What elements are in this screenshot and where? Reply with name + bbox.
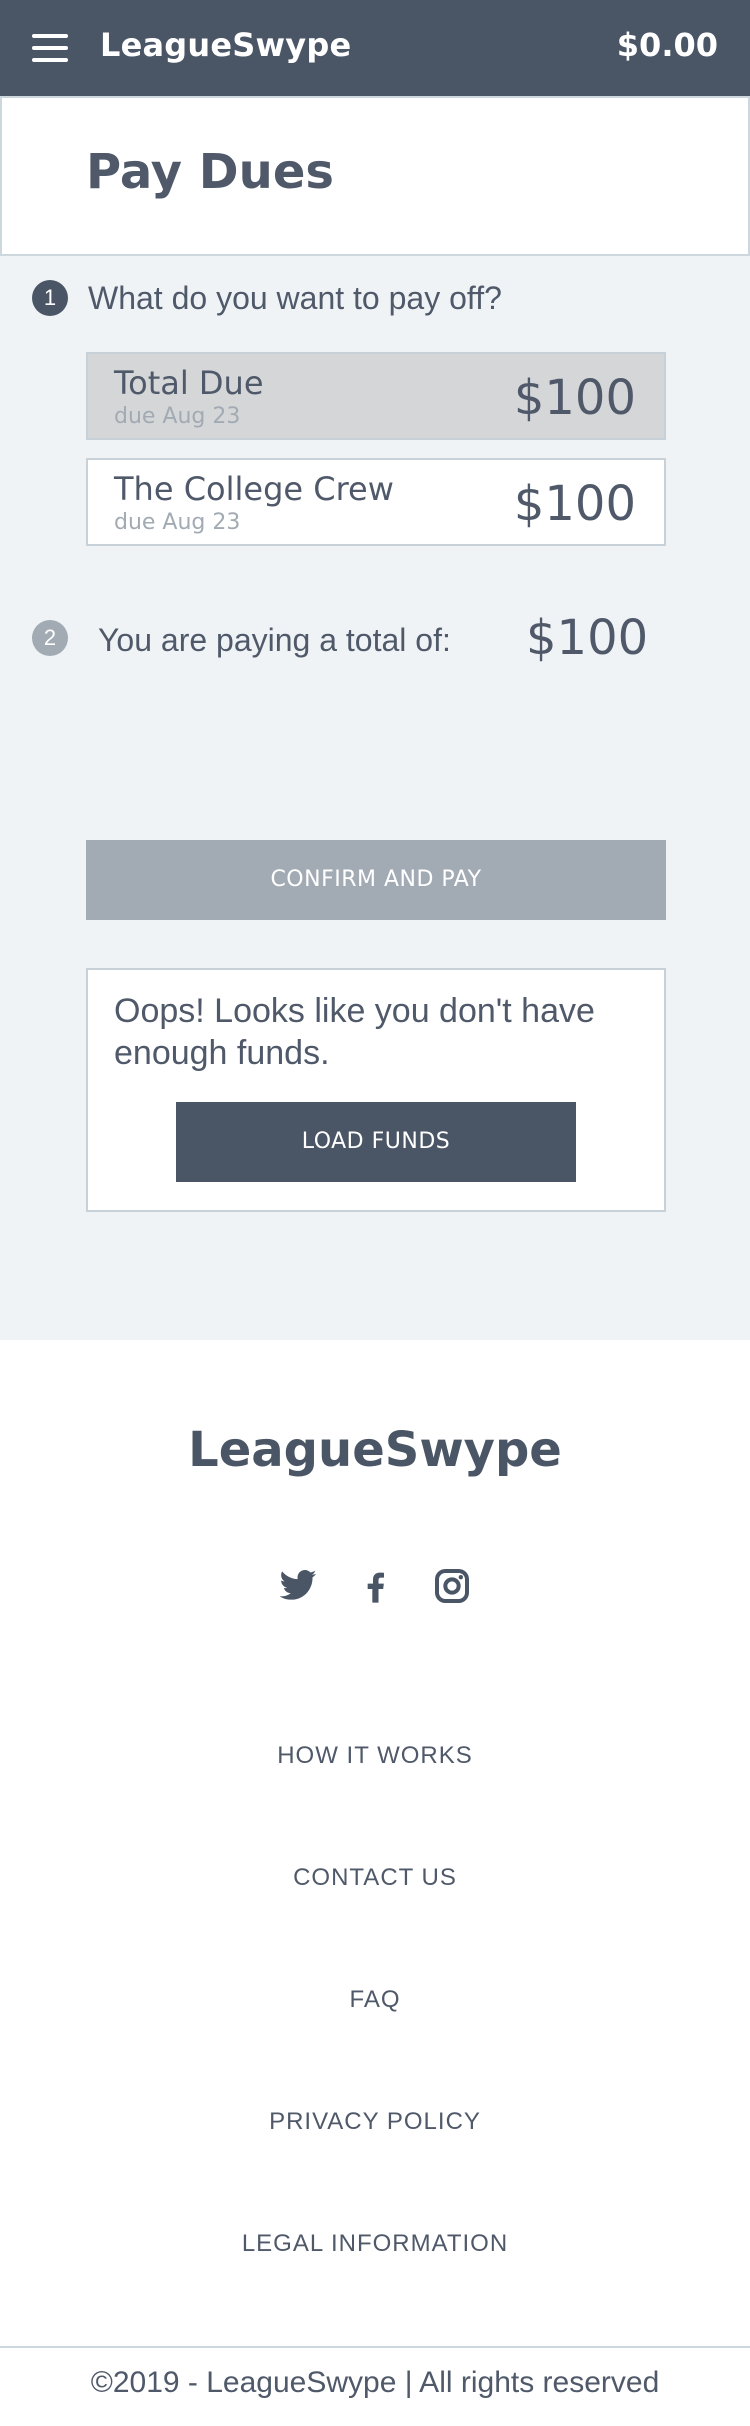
option-due-date: due Aug 23: [114, 510, 241, 535]
footer-brand[interactable]: LeagueSwype: [0, 1422, 750, 1478]
option-total-due[interactable]: Total Due due Aug 23 $100: [86, 352, 666, 440]
total-amount: $100: [526, 610, 649, 666]
instagram-icon[interactable]: [432, 1566, 472, 1606]
footer-divider: [0, 2346, 750, 2348]
step-2-label: You are paying a total of:: [98, 622, 451, 658]
option-title: Total Due: [114, 364, 264, 402]
page-title: Pay Dues: [86, 144, 334, 200]
copyright-text: ©2019 - LeagueSwype | All rights reserve…: [90, 2366, 660, 2399]
insufficient-funds-alert: Oops! Looks like you don't have enough f…: [86, 968, 666, 1212]
footer-link-how-it-works[interactable]: HOW IT WORKS: [0, 1742, 750, 1770]
option-title: The College Crew: [114, 470, 394, 508]
confirm-and-pay-button[interactable]: CONFIRM AND PAY: [86, 840, 666, 920]
option-team-dues[interactable]: The College Crew due Aug 23 $100: [86, 458, 666, 546]
wallet-balance: $0.00: [616, 26, 718, 64]
page-title-card: Pay Dues: [0, 96, 750, 256]
footer-link-contact-us[interactable]: CONTACT US: [0, 1864, 750, 1892]
footer: LeagueSwype HOW IT WORKS CONTACT US FAQ …: [0, 1340, 750, 2426]
option-amount: $100: [513, 370, 636, 426]
option-amount: $100: [513, 476, 636, 532]
header-brand[interactable]: LeagueSwype: [100, 26, 351, 64]
facebook-icon[interactable]: [356, 1566, 396, 1606]
step-1-badge: 1: [32, 280, 68, 316]
twitter-icon[interactable]: [278, 1566, 318, 1606]
step-1-question: What do you want to pay off?: [88, 280, 502, 316]
footer-link-faq[interactable]: FAQ: [0, 1986, 750, 2014]
footer-link-privacy-policy[interactable]: PRIVACY POLICY: [0, 2108, 750, 2136]
footer-link-legal-information[interactable]: LEGAL INFORMATION: [0, 2230, 750, 2258]
load-funds-button[interactable]: LOAD FUNDS: [176, 1102, 576, 1182]
top-nav-bar: LeagueSwype $0.00: [0, 0, 750, 96]
alert-message: Oops! Looks like you don't have enough f…: [114, 992, 595, 1072]
option-due-date: due Aug 23: [114, 404, 241, 429]
hamburger-menu-icon[interactable]: [32, 34, 68, 62]
step-2-badge: 2: [32, 620, 68, 656]
pay-dues-form: 1 What do you want to pay off? Total Due…: [0, 256, 750, 1340]
